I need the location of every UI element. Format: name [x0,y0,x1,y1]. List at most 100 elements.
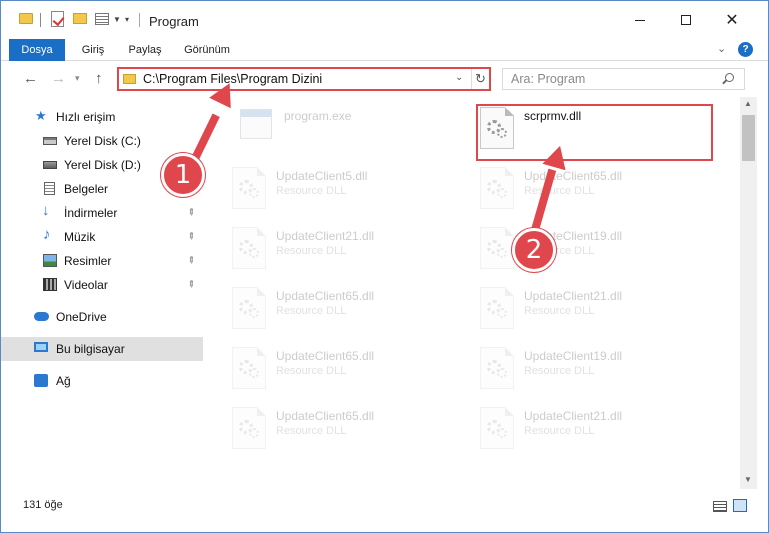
title-bar: ▼ ▾ Program ✕ [1,1,768,39]
file-item[interactable]: UpdateClient65.dll Resource DLL [480,167,710,217]
computer-icon [34,342,48,352]
folder-icon[interactable] [19,13,33,24]
maximize-button[interactable] [663,1,709,39]
sidebar-item-label: Yerel Disk (D:) [64,158,141,172]
search-box[interactable]: Ara: Program [502,68,745,90]
tab-view[interactable]: Görünüm [177,39,237,61]
close-button[interactable]: ✕ [709,1,755,39]
tab-share[interactable]: Paylaş [121,39,169,61]
application-icon [240,109,272,139]
details-view-icon[interactable] [713,501,727,512]
file-item[interactable]: UpdateClient5.dll Resource DLL [232,167,462,217]
callout-badge-2: 2 [512,228,556,272]
back-arrow-icon[interactable]: ← [23,70,38,87]
sidebar-item-label: İndirmeler [64,206,118,220]
scroll-down-icon[interactable]: ▼ [744,475,752,484]
up-arrow-icon[interactable]: ↑ [95,70,103,87]
star-icon: ★ [35,108,47,123]
network-icon [34,374,48,387]
scroll-up-icon[interactable]: ▲ [744,99,752,108]
sidebar-item-label: Videolar [64,278,108,292]
sidebar-item-this-pc[interactable]: Bu bilgisayar [1,337,203,361]
gear-icon [497,248,507,258]
vertical-scrollbar[interactable]: ▲ ▼ [740,97,757,489]
address-dropdown-icon[interactable]: ⌄ [455,72,463,83]
file-type: Resource DLL [276,305,347,317]
file-highlight-box [476,104,713,161]
minimize-icon [635,19,645,21]
gear-icon [497,308,507,318]
sidebar-item-quick-access[interactable]: ★ Hızlı erişim [1,105,203,129]
large-icons-view-icon[interactable] [733,499,747,512]
sidebar-item-label: Müzik [64,230,96,244]
file-item[interactable]: UpdateClient65.dll Resource DLL [232,347,462,397]
file-item[interactable]: UpdateClient21.dll Resource DLL [232,227,462,277]
file-type: Resource DLL [276,365,347,377]
sidebar-item-local-disk-c[interactable]: Yerel Disk (C:) [1,129,203,153]
file-name: UpdateClient21.dll [524,409,623,423]
gear-icon [497,368,507,378]
file-type: Resource DLL [276,185,347,197]
dll-file-icon [480,167,514,209]
minimize-button[interactable] [617,1,663,39]
music-icon: ♪ [43,226,51,243]
file-item-program-exe[interactable]: program.exe [240,107,470,157]
download-icon: ↓ [42,202,50,219]
forward-arrow-icon[interactable]: → [51,70,66,87]
file-name: UpdateClient65.dll [524,169,623,183]
ribbon-tabs: Dosya Giriş Paylaş Görünüm ⌄ ? [1,39,768,61]
sidebar-item-videos[interactable]: Videolar ✎ [1,273,203,297]
sidebar-item-label: Yerel Disk (C:) [64,134,141,148]
search-placeholder[interactable]: Ara: Program [511,72,585,86]
dll-file-icon [480,407,514,449]
properties-icon[interactable] [95,13,109,25]
pin-icon: ✎ [184,229,198,243]
tab-home[interactable]: Giriş [73,39,113,61]
file-item[interactable]: UpdateClient21.dll Resource DLL [480,407,710,457]
file-name: UpdateClient21.dll [524,289,623,303]
customize-quick-access-button[interactable]: ▾ [125,15,129,24]
chevron-down-icon[interactable]: ▼ [113,15,121,24]
dll-file-icon [232,287,266,329]
file-name: UpdateClient65.dll [276,349,375,363]
pictures-icon [43,254,57,267]
scrollbar-thumb[interactable] [742,115,755,161]
recent-locations-chevron-icon[interactable]: ▾ [75,73,80,84]
file-type: Resource DLL [524,425,595,437]
cloud-icon [34,312,49,321]
file-item[interactable]: UpdateClient65.dll Resource DLL [232,407,462,457]
tab-file[interactable]: Dosya [9,39,65,61]
explorer-window: ▼ ▾ Program ✕ Dosya Giriş Paylaş Görünüm… [0,0,769,533]
file-item[interactable]: UpdateClient19.dll Resource DLL [480,347,710,397]
disk-icon [43,137,57,145]
window-title: Program [149,14,199,29]
help-icon[interactable]: ? [738,42,753,57]
file-item[interactable]: UpdateClient65.dll Resource DLL [232,287,462,337]
gear-icon [497,188,507,198]
gear-icon [497,428,507,438]
status-bar: 131 öğe [1,491,768,521]
expand-ribbon-icon[interactable]: ⌄ [717,42,726,55]
sidebar-item-onedrive[interactable]: OneDrive [1,305,203,329]
address-bar[interactable]: C:\Program Files\Program Dizini ⌄ ↻ [117,67,491,91]
file-name: UpdateClient5.dll [276,169,368,183]
file-name: UpdateClient65.dll [276,409,375,423]
new-folder-icon[interactable] [73,13,87,24]
sidebar-item-pictures[interactable]: Resimler ✎ [1,249,203,273]
maximize-icon [681,15,691,25]
sidebar-item-label: Belgeler [64,182,109,196]
sidebar-item-music[interactable]: ♪ Müzik ✎ [1,225,203,249]
sidebar-item-network[interactable]: Ağ [1,369,203,393]
item-count: 131 öğe [23,499,63,511]
search-icon[interactable] [725,73,734,82]
file-name: UpdateClient21.dll [276,229,375,243]
gear-icon [249,308,259,318]
callout-badge-1: 1 [161,153,205,197]
file-item[interactable]: UpdateClient21.dll Resource DLL [480,287,710,337]
gear-icon [249,188,259,198]
pin-icon: ✎ [184,277,198,291]
sidebar-item-label: Resimler [64,254,112,268]
refresh-icon[interactable]: ↻ [471,69,489,89]
properties-check-icon[interactable] [51,11,64,27]
sidebar-item-downloads[interactable]: ↓ İndirmeler ✎ [1,201,203,225]
